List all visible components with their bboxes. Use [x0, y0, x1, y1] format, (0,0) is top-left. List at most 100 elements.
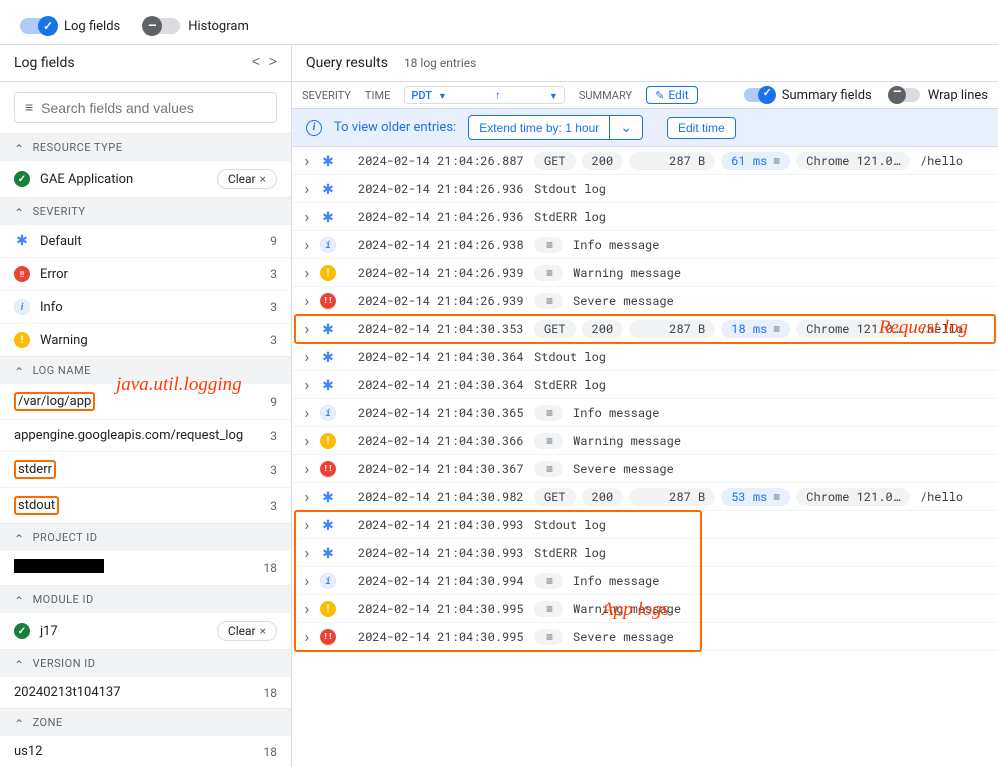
severity-error[interactable]: Error 3: [0, 257, 291, 290]
log-row[interactable]: 2024-02-14 21:04:30.364 Stdout log: [292, 343, 998, 371]
bars-icon: [773, 490, 780, 504]
version-id-item[interactable]: 20240213t104137 18: [0, 676, 291, 708]
log-timestamp: 2024-02-14 21:04:30.364: [358, 377, 526, 393]
expand-icon[interactable]: [302, 374, 312, 395]
log-timestamp: 2024-02-14 21:04:26.887: [358, 153, 526, 169]
expand-icon[interactable]: [302, 150, 312, 171]
section-project-id[interactable]: PROJECT ID: [0, 523, 291, 550]
expand-icon[interactable]: [302, 626, 312, 647]
expand-icon[interactable]: [302, 402, 312, 423]
section-severity[interactable]: SEVERITY: [0, 197, 291, 224]
log-row[interactable]: 2024-02-14 21:04:26.938Info message: [292, 231, 998, 259]
http-method-pill: GET: [534, 152, 576, 170]
extend-time-dropdown[interactable]: [610, 115, 643, 140]
zone-item[interactable]: us12 18: [0, 735, 291, 767]
expand-icon[interactable]: [302, 262, 312, 283]
expand-icon[interactable]: [302, 570, 312, 591]
annotation-box: stderr: [14, 460, 56, 479]
resource-type-item[interactable]: GAE Application Clear: [0, 160, 291, 197]
annotation-box: /var/log/app: [14, 392, 95, 411]
info-icon: [320, 237, 336, 253]
logname-request-log[interactable]: appengine.googleapis.com/request_log 3: [0, 419, 291, 451]
logname-stderr[interactable]: stderr 3: [0, 451, 291, 487]
log-row[interactable]: 2024-02-14 21:04:30.995Severe message: [292, 623, 998, 651]
chevron-up-icon: [14, 363, 25, 377]
expand-icon[interactable]: [302, 486, 312, 507]
severity-default[interactable]: Default 9: [0, 224, 291, 257]
timezone-selector[interactable]: PDT: [404, 86, 565, 104]
clear-button[interactable]: Clear: [217, 169, 277, 189]
item-count: 18: [264, 686, 278, 700]
log-row[interactable]: 2024-02-14 21:04:30.364StdERR log: [292, 371, 998, 399]
log-summary: Info message: [534, 573, 659, 589]
section-zone[interactable]: ZONE: [0, 708, 291, 735]
section-resource-type[interactable]: RESOURCE TYPE: [0, 133, 291, 160]
latency-pill: 61 ms: [721, 152, 790, 170]
edit-summary-button[interactable]: Edit: [646, 86, 698, 104]
log-fields-toggle[interactable]: Log fields: [20, 18, 120, 34]
expand-icon[interactable]: [302, 290, 312, 311]
expand-icon[interactable]: [302, 234, 312, 255]
sidebar-title: Log fields: [14, 55, 75, 71]
check-circle-icon: [14, 623, 30, 639]
expand-icon[interactable]: [302, 598, 312, 619]
log-row[interactable]: 2024-02-14 21:04:26.936Stdout log: [292, 175, 998, 203]
log-row[interactable]: 2024-02-14 21:04:26.939Severe message: [292, 287, 998, 315]
log-row[interactable]: 2024-02-14 21:04:30.365Info message: [292, 399, 998, 427]
project-id-item[interactable]: 18: [0, 550, 291, 585]
expand-icon[interactable]: [302, 346, 312, 367]
expand-icon[interactable]: [302, 206, 312, 227]
section-version-id[interactable]: VERSION ID: [0, 649, 291, 676]
log-summary: Stdout log: [534, 349, 606, 365]
log-row[interactable]: 2024-02-14 21:04:26.939Warning message: [292, 259, 998, 287]
check-circle-icon: [14, 171, 30, 187]
request-path: /hello: [920, 489, 963, 505]
log-timestamp: 2024-02-14 21:04:30.364: [358, 349, 526, 365]
log-summary: Info message: [534, 237, 659, 253]
bars-icon: [546, 434, 553, 448]
summary-fields-toggle[interactable]: Summary fields: [744, 88, 872, 103]
warning-icon: [320, 601, 336, 617]
edit-time-button[interactable]: Edit time: [667, 117, 736, 139]
item-count: 18: [264, 745, 278, 759]
toggle-label: Wrap lines: [928, 88, 988, 103]
error-icon: [14, 266, 30, 282]
clear-button[interactable]: Clear: [217, 621, 277, 641]
log-timestamp: 2024-02-14 21:04:26.939: [358, 293, 526, 309]
expand-icon[interactable]: [302, 542, 312, 563]
log-row[interactable]: 2024-02-14 21:04:26.887GET200287 B61 ms …: [292, 147, 998, 175]
response-size-pill: 287 B: [629, 320, 715, 338]
search-input[interactable]: [41, 100, 266, 116]
histogram-toggle[interactable]: Histogram: [144, 18, 249, 34]
log-row[interactable]: 2024-02-14 21:04:30.366Warning message: [292, 427, 998, 455]
expand-icon[interactable]: [302, 514, 312, 535]
clear-label: Clear: [228, 624, 256, 638]
item-count: 3: [270, 429, 277, 443]
log-row[interactable]: 2024-02-14 21:04:30.367Severe message: [292, 455, 998, 483]
log-row[interactable]: 2024-02-14 21:04:26.936StdERR log: [292, 203, 998, 231]
logname-stdout[interactable]: stdout 3: [0, 487, 291, 523]
bars-icon: [546, 294, 553, 308]
log-row[interactable]: 2024-02-14 21:04:30.994Info message: [292, 567, 998, 595]
expand-icon[interactable]: [302, 318, 312, 339]
expand-icon[interactable]: [302, 178, 312, 199]
code-icon[interactable]: < >: [252, 55, 277, 71]
older-entries-banner: To view older entries: Extend time by: 1…: [292, 109, 998, 147]
log-row[interactable]: 2024-02-14 21:04:30.993StdERR log: [292, 539, 998, 567]
log-message: Info message: [573, 405, 659, 421]
col-severity: SEVERITY: [302, 89, 351, 102]
log-fields-sidebar: Log fields < > RESOURCE TYPE GAE Applica…: [0, 45, 292, 767]
expand-icon[interactable]: [302, 430, 312, 451]
section-module-id[interactable]: MODULE ID: [0, 585, 291, 612]
redacted-value: [14, 559, 104, 573]
log-row[interactable]: 2024-02-14 21:04:30.982GET200287 B53 ms …: [292, 483, 998, 511]
wrap-lines-toggle[interactable]: Wrap lines: [890, 88, 988, 103]
search-box[interactable]: [14, 92, 277, 123]
module-id-item[interactable]: j17 Clear: [0, 612, 291, 649]
extend-time-button[interactable]: Extend time by: 1 hour: [468, 115, 610, 140]
severity-info[interactable]: Info 3: [0, 290, 291, 323]
asterisk-icon: [320, 153, 336, 169]
severity-warning[interactable]: Warning 3: [0, 323, 291, 356]
expand-icon[interactable]: [302, 458, 312, 479]
log-row[interactable]: 2024-02-14 21:04:30.993Stdout log: [292, 511, 998, 539]
